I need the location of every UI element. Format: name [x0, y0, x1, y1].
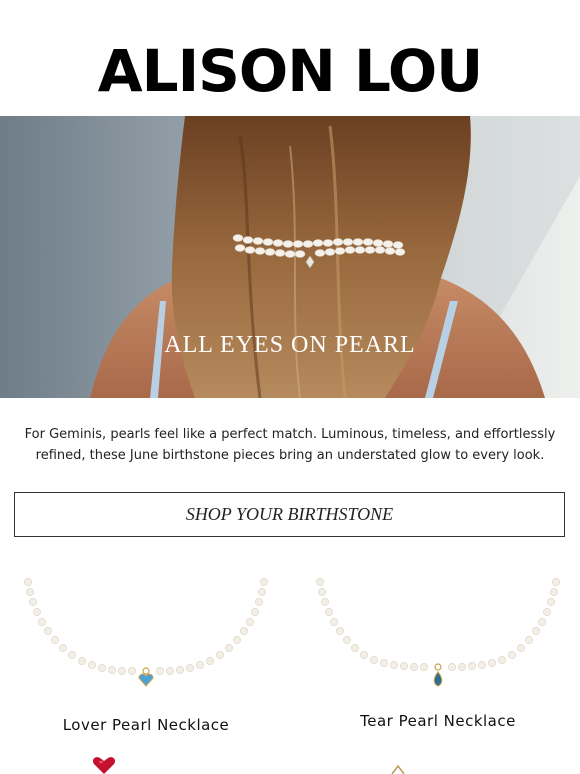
product-card-tear-pearl[interactable]: Tear Pearl Necklace: [312, 570, 564, 740]
product-name[interactable]: Tear Pearl Necklace: [312, 712, 564, 730]
next-product-image[interactable]: [390, 764, 406, 774]
product-name[interactable]: Lover Pearl Necklace: [20, 716, 272, 734]
ruby-heart-product-image[interactable]: [92, 756, 116, 774]
lover-pearl-necklace-image: [24, 578, 268, 687]
brand-logo[interactable]: ALISON LOU: [0, 36, 580, 106]
hero-title: ALL EYES ON PEARL: [164, 332, 416, 358]
hero-image[interactable]: ALL EYES ON PEARL: [0, 116, 580, 398]
product-card-lover-pearl[interactable]: Lover Pearl Necklace: [20, 570, 272, 740]
intro-paragraph: For Geminis, pearls feel like a perfect …: [24, 427, 556, 463]
shop-birthstone-button[interactable]: SHOP YOUR BIRTHSTONE: [14, 492, 565, 537]
tear-pearl-necklace-image: [316, 578, 560, 687]
